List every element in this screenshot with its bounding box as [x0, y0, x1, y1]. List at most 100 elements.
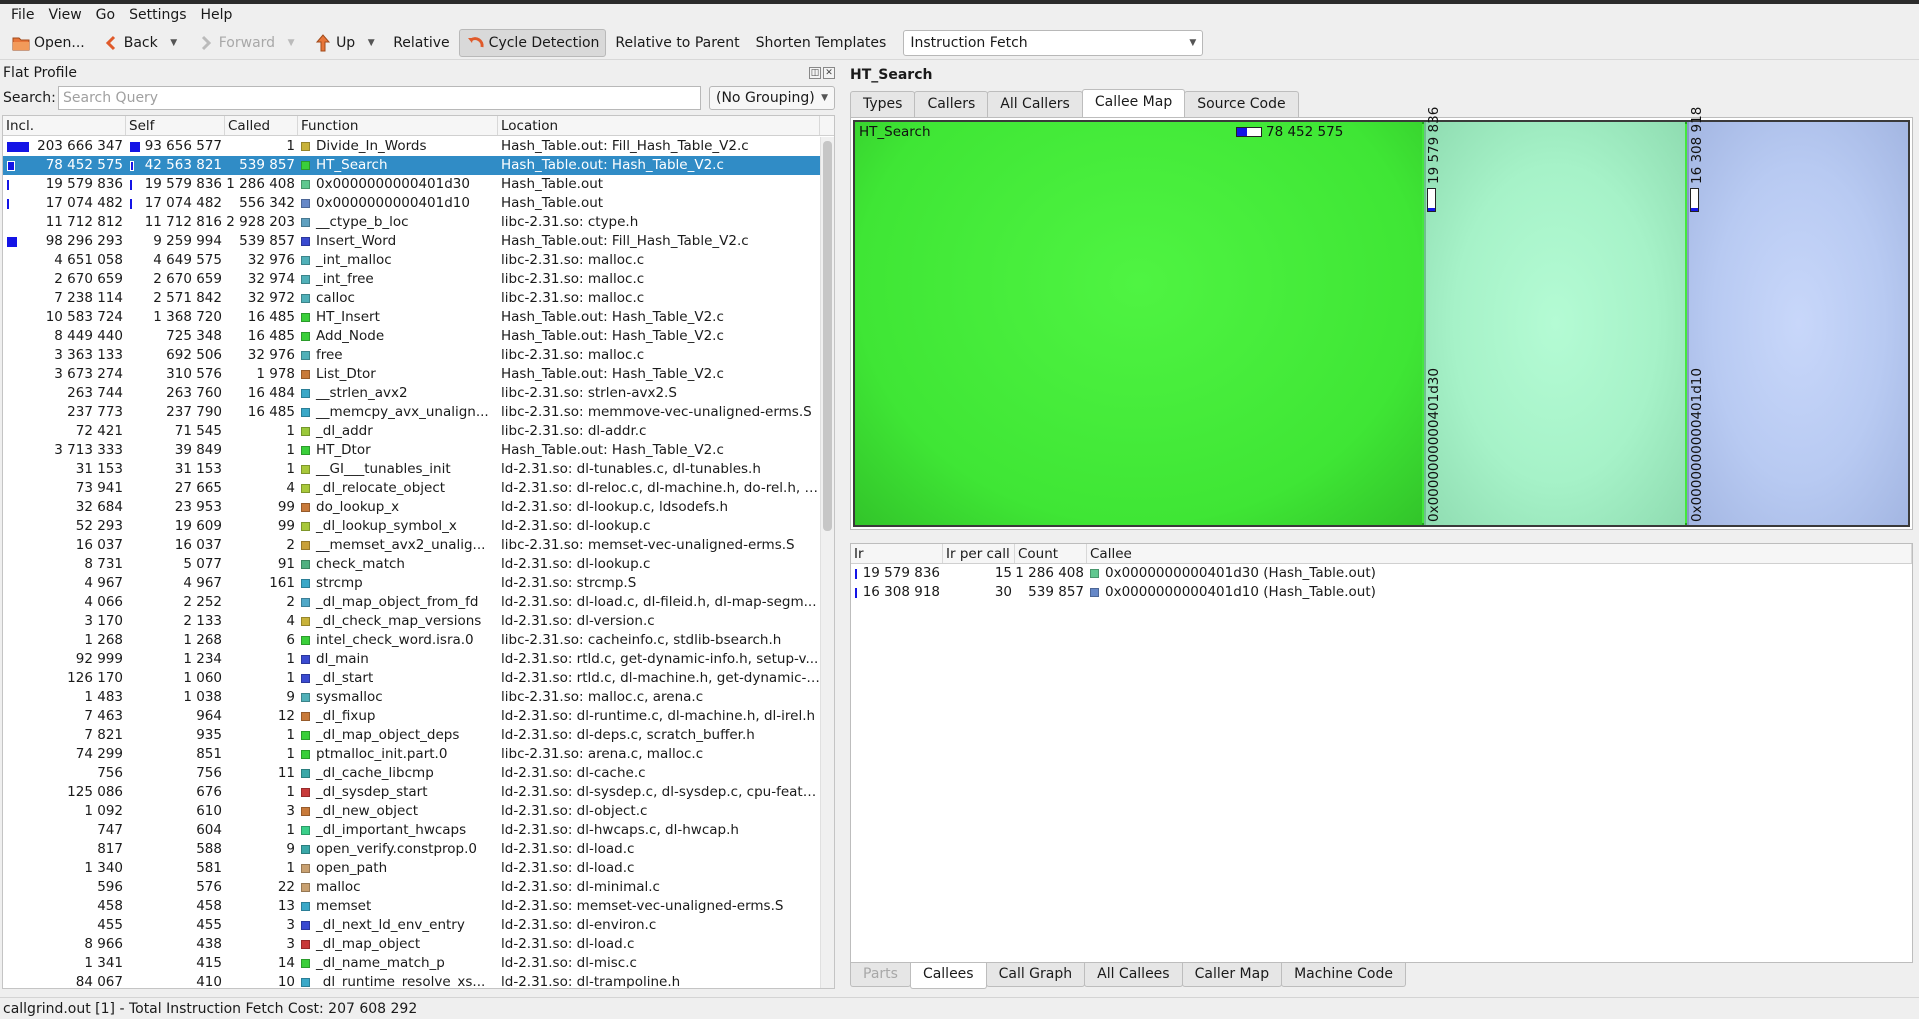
- menu-settings[interactable]: Settings: [122, 5, 193, 25]
- column-header-location[interactable]: Location: [498, 116, 820, 135]
- tab-callers[interactable]: Callers: [914, 91, 989, 117]
- table-row[interactable]: 455 455 3 _dl_next_ld_env_entry ld-2.31.so: …: [3, 916, 821, 935]
- table-row[interactable]: 237 773 237 790 16 485 __memcpy_avx_unalign…: [3, 403, 821, 422]
- cycle-detection-toggle[interactable]: Cycle Detection: [458, 28, 607, 57]
- table-row[interactable]: 4 651 058 4 649 575 32 976 _int_malloc libc-…: [3, 251, 821, 270]
- treemap-callee-401d10[interactable]: [1687, 122, 1908, 525]
- table-row[interactable]: 458 458 13 memset ld-2.31.so: memset-vec-una…: [3, 897, 821, 916]
- vertical-scrollbar[interactable]: [820, 137, 834, 988]
- close-dock-icon[interactable]: ✕: [823, 67, 835, 79]
- tab-callee-map[interactable]: Callee Map: [1081, 89, 1186, 117]
- shorten-templates-toggle[interactable]: Shorten Templates: [749, 29, 894, 57]
- table-row[interactable]: 747 604 1 _dl_important_hwcaps ld-2.31.so: d…: [3, 821, 821, 840]
- table-row[interactable]: 16 308 918 30 539 857 0x0000000000401d10 (H…: [851, 583, 1912, 602]
- grouping-select[interactable]: (No Grouping) ▼: [709, 86, 835, 110]
- table-row[interactable]: 17 074 482 17 074 482 556 342 0x00000000004…: [3, 194, 821, 213]
- column-header-callee[interactable]: Callee: [1087, 544, 1912, 563]
- table-row[interactable]: 32 684 23 953 99 do_lookup_x ld-2.31.so: dl-…: [3, 498, 821, 517]
- tab-parts[interactable]: Parts: [850, 963, 911, 987]
- column-header-function[interactable]: Function: [298, 116, 498, 135]
- column-header-ir-per-call[interactable]: Ir per call: [943, 544, 1015, 563]
- column-header-called[interactable]: Called: [225, 116, 298, 135]
- treemap-callee-401d30[interactable]: [1424, 122, 1685, 525]
- table-row[interactable]: 756 756 11 _dl_cache_libcmp ld-2.31.so: dl-c…: [3, 764, 821, 783]
- panel-splitter[interactable]: [838, 61, 846, 993]
- table-row[interactable]: 98 296 293 9 259 994 539 857 Insert_Word Has…: [3, 232, 821, 251]
- table-row[interactable]: 3 363 133 692 506 32 976 free libc-2.31.so: …: [3, 346, 821, 365]
- table-row[interactable]: 19 579 836 19 579 836 1 286 408 0x000000000…: [3, 175, 821, 194]
- table-row[interactable]: 11 712 812 11 712 816 2 928 203 __ctype_b_l…: [3, 213, 821, 232]
- event-type-select[interactable]: Instruction Fetch ▼: [903, 29, 1204, 56]
- self-value: 31 153: [174, 461, 222, 477]
- table-row[interactable]: 16 037 16 037 2 __memset_avx2_unalig... libc…: [3, 536, 821, 555]
- up-button[interactable]: Up: [306, 29, 362, 57]
- table-row[interactable]: 4 066 2 252 2 _dl_map_object_from_fd ld-2.31…: [3, 593, 821, 612]
- table-row[interactable]: 1 092 610 3 _dl_new_object ld-2.31.so: dl-ob…: [3, 802, 821, 821]
- float-dock-icon[interactable]: ◫: [809, 67, 821, 79]
- column-header-count[interactable]: Count: [1015, 544, 1087, 563]
- table-row[interactable]: 8 966 438 3 _dl_map_object ld-2.31.so: dl-lo…: [3, 935, 821, 954]
- table-row[interactable]: 1 341 415 14 _dl_name_match_p ld-2.31.so: dl…: [3, 954, 821, 973]
- table-row[interactable]: 92 999 1 234 1 dl_main ld-2.31.so: rtld.c, g…: [3, 650, 821, 669]
- table-row[interactable]: 3 713 333 39 849 1 HT_Dtor Hash_Table.out: H…: [3, 441, 821, 460]
- table-row[interactable]: 7 238 114 2 571 842 32 972 calloc libc-2.31.…: [3, 289, 821, 308]
- column-header-incl[interactable]: Incl.: [3, 116, 126, 135]
- callee-treemap[interactable]: HT_Search 78 452 575 19 579 836 0x000000…: [853, 107, 1910, 527]
- menu-file[interactable]: File: [4, 5, 41, 25]
- table-row[interactable]: 52 293 19 609 99 _dl_lookup_symbol_x ld-2.31…: [3, 517, 821, 536]
- search-input[interactable]: [58, 86, 701, 110]
- table-row[interactable]: 10 583 724 1 368 720 16 485 HT_Insert Hash_T…: [3, 308, 821, 327]
- relative-toggle[interactable]: Relative: [386, 29, 456, 57]
- table-row[interactable]: 3 673 274 310 576 1 978 List_Dtor Hash_Table…: [3, 365, 821, 384]
- table-row[interactable]: 1 268 1 268 6 intel_check_word.isra.0 libc-2…: [3, 631, 821, 650]
- up-dropdown[interactable]: ▼: [364, 29, 378, 57]
- self-cell: 4 649 575: [126, 251, 225, 270]
- table-row[interactable]: 1 340 581 1 open_path ld-2.31.so: dl-load.c: [3, 859, 821, 878]
- table-row[interactable]: 19 579 836 15 1 286 408 0x0000000000401d30 …: [851, 564, 1912, 583]
- forward-button[interactable]: Forward: [189, 29, 282, 57]
- table-row[interactable]: 596 576 22 malloc ld-2.31.so: dl-minimal.c: [3, 878, 821, 897]
- open-button[interactable]: Open...: [4, 29, 92, 57]
- table-row[interactable]: 84 067 410 10 _dl_runtime_resolve_xs... ld-2…: [3, 973, 821, 988]
- forward-dropdown[interactable]: ▼: [284, 29, 298, 57]
- table-row[interactable]: 1 483 1 038 9 sysmalloc libc-2.31.so: malloc…: [3, 688, 821, 707]
- table-row[interactable]: 72 421 71 545 1 _dl_addr libc-2.31.so: dl-ad…: [3, 422, 821, 441]
- table-row[interactable]: 8 449 440 725 348 16 485 Add_Node Hash_Table…: [3, 327, 821, 346]
- self-value: 576: [196, 879, 222, 895]
- table-row[interactable]: 73 941 27 665 4 _dl_relocate_object ld-2.31.…: [3, 479, 821, 498]
- relative-to-parent-toggle[interactable]: Relative to Parent: [608, 29, 746, 57]
- menu-help[interactable]: Help: [194, 5, 240, 25]
- scrollbar-thumb[interactable]: [823, 141, 832, 531]
- table-row[interactable]: 78 452 575 42 563 821 539 857 HT_Search Hash…: [3, 156, 821, 175]
- table-row[interactable]: 125 086 676 1 _dl_sysdep_start ld-2.31.so: d…: [3, 783, 821, 802]
- table-row[interactable]: 4 967 4 967 161 strcmp ld-2.31.so: strcmp.S: [3, 574, 821, 593]
- table-row[interactable]: 817 588 9 open_verify.constprop.0 ld-2.31.so…: [3, 840, 821, 859]
- menu-go[interactable]: Go: [89, 5, 122, 25]
- back-dropdown[interactable]: ▼: [167, 29, 181, 57]
- table-row[interactable]: 263 744 263 760 16 484 __strlen_avx2 libc-2.…: [3, 384, 821, 403]
- table-row[interactable]: 7 463 964 12 _dl_fixup ld-2.31.so: dl-runtim…: [3, 707, 821, 726]
- tab-types[interactable]: Types: [850, 91, 916, 117]
- back-button[interactable]: Back: [94, 29, 165, 57]
- tab-machine-code[interactable]: Machine Code: [1281, 963, 1406, 987]
- menu-view[interactable]: View: [41, 5, 88, 25]
- table-row[interactable]: 74 299 851 1 ptmalloc_init.part.0 libc-2.31.…: [3, 745, 821, 764]
- incl-cell: 237 773: [3, 403, 126, 422]
- tab-call-graph[interactable]: Call Graph: [985, 963, 1086, 987]
- table-row[interactable]: 3 170 2 133 4 _dl_check_map_versions ld-2.31…: [3, 612, 821, 631]
- tab-caller-map[interactable]: Caller Map: [1181, 963, 1283, 987]
- tab-all-callers[interactable]: All Callers: [987, 91, 1083, 117]
- table-row[interactable]: 8 731 5 077 91 check_match ld-2.31.so: dl-lo…: [3, 555, 821, 574]
- treemap-self-rect[interactable]: [855, 122, 1422, 525]
- tab-callees[interactable]: Callees: [909, 963, 987, 989]
- table-row[interactable]: 7 821 935 1 _dl_map_object_deps ld-2.31.so: …: [3, 726, 821, 745]
- table-row[interactable]: 31 153 31 153 1 __GI___tunables_init ld-2.31…: [3, 460, 821, 479]
- column-header-self[interactable]: Self: [126, 116, 225, 135]
- tab-source-code[interactable]: Source Code: [1184, 91, 1299, 117]
- function-name: List_Dtor: [316, 366, 376, 382]
- table-row[interactable]: 203 666 347 93 656 577 1 Divide_In_Words Has…: [3, 137, 821, 156]
- column-header-ir[interactable]: Ir: [851, 544, 943, 563]
- tab-all-callees[interactable]: All Callees: [1084, 963, 1183, 987]
- table-row[interactable]: 126 170 1 060 1 _dl_start ld-2.31.so: rtld.c…: [3, 669, 821, 688]
- table-row[interactable]: 2 670 659 2 670 659 32 974 _int_free libc-2.…: [3, 270, 821, 289]
